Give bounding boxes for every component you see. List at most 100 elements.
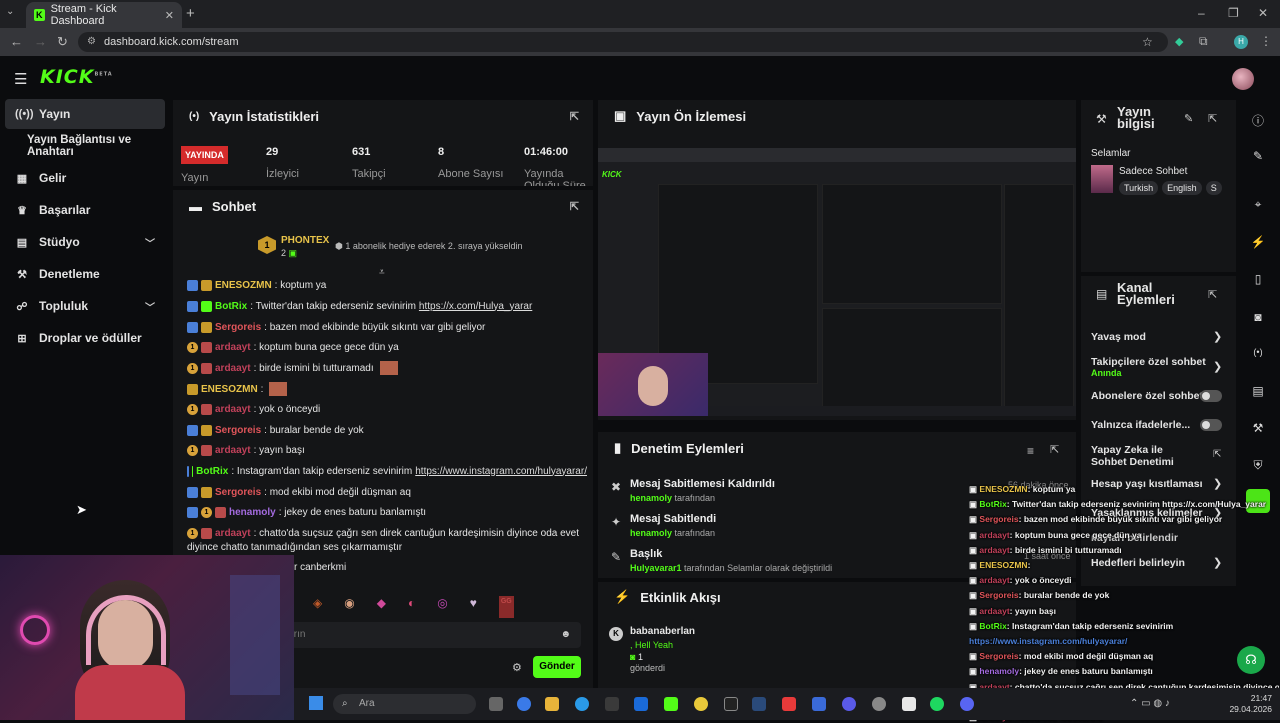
emote-icon[interactable]: ◆ xyxy=(377,596,386,618)
chevron-right-icon[interactable]: ❯ xyxy=(1213,330,1222,343)
chevron-right-icon[interactable]: ❯ xyxy=(1213,360,1222,373)
document-icon[interactable]: ▯ xyxy=(1248,272,1268,286)
stream-preview-video[interactable]: KICK xyxy=(598,148,1076,416)
focus-icon[interactable]: ⌖ xyxy=(1248,197,1268,212)
sidebar-item-denetleme[interactable]: ⚒ Denetleme xyxy=(5,259,165,289)
popout-icon[interactable]: ⇱ xyxy=(570,110,579,123)
emote-icon[interactable]: ◈ xyxy=(313,596,322,618)
close-window-icon[interactable]: ✕ xyxy=(1258,6,1268,20)
chat-username[interactable]: ardaayt xyxy=(215,404,251,415)
popout-icon[interactable]: ⇱ xyxy=(570,200,579,213)
kick-logo[interactable]: KICKBETA xyxy=(40,66,113,88)
new-tab-button[interactable]: + xyxy=(186,5,195,22)
hamburger-menu-icon[interactable]: ☰ xyxy=(14,70,27,88)
tag-chip[interactable]: English xyxy=(1162,181,1202,195)
chat-username[interactable]: BotRix xyxy=(196,466,228,477)
file-explorer-icon[interactable] xyxy=(545,697,559,711)
discord-icon[interactable] xyxy=(960,697,974,711)
copilot-icon[interactable] xyxy=(517,697,531,711)
chrome-icon[interactable] xyxy=(694,697,708,711)
edit-icon[interactable]: ✎ xyxy=(1184,112,1193,125)
sidebar-item-topluluk[interactable]: ☍ Topluluk ﹀ xyxy=(5,291,165,321)
chat-username[interactable]: ENESOZMN xyxy=(215,280,272,291)
lightning-icon[interactable]: ⚡ xyxy=(1248,235,1268,249)
chat-username[interactable]: ardaayt xyxy=(215,445,251,456)
action-slow-mode[interactable]: Yavaş mod xyxy=(1091,331,1225,343)
sidebar-item-studyo[interactable]: ▤ Stüdyo ﹀ xyxy=(5,227,165,257)
chat-username[interactable]: ardaayt xyxy=(215,528,251,539)
chat-settings-icon[interactable]: ⚙ xyxy=(512,661,522,674)
popout-icon[interactable]: ⇱ xyxy=(1050,443,1059,456)
emote-icon[interactable]: ◎ xyxy=(437,596,447,618)
send-button[interactable]: Gönder xyxy=(533,656,581,678)
extensions-icon[interactable]: ⧉ xyxy=(1199,34,1208,49)
chat-link[interactable]: https://x.com/Hulya_yarar xyxy=(419,301,532,312)
windows-start-icon[interactable] xyxy=(309,696,323,710)
site-info-icon[interactable]: ⚙ xyxy=(87,32,96,52)
app-icon[interactable] xyxy=(812,697,826,711)
extension-shield-icon[interactable]: ◆ xyxy=(1175,35,1183,48)
app-icon[interactable] xyxy=(872,697,886,711)
edge-icon[interactable] xyxy=(575,697,589,711)
tag-chip[interactable]: Turkish xyxy=(1119,181,1159,195)
reload-icon[interactable]: ↻ xyxy=(57,34,68,50)
chat-input[interactable]: ırın ☻ xyxy=(285,622,581,648)
filter-icon[interactable]: ≡ xyxy=(1027,444,1034,458)
store-icon[interactable] xyxy=(605,697,619,711)
epic-games-icon[interactable] xyxy=(724,697,738,711)
subscribers-only-toggle[interactable] xyxy=(1200,390,1222,402)
emoji-icon[interactable]: ☻ xyxy=(560,622,571,648)
emotes-only-toggle[interactable] xyxy=(1200,419,1222,431)
shield-icon[interactable]: ⛨ xyxy=(1248,458,1268,473)
sidebar-item-stream-key[interactable]: Yayın Bağlantısı ve Anahtarı xyxy=(17,131,177,161)
sidebar-item-yayin[interactable]: ((•)) Yayın xyxy=(5,99,165,129)
tag-chip[interactable]: S xyxy=(1205,181,1222,195)
chat-username[interactable]: Sergoreis xyxy=(215,322,261,333)
back-icon[interactable]: ← xyxy=(10,34,23,49)
app-icon[interactable] xyxy=(782,697,796,711)
sidebar-item-gelir[interactable]: ▦ Gelir xyxy=(5,163,165,193)
broadcast-icon[interactable]: (•) xyxy=(1248,347,1268,357)
app-icon[interactable] xyxy=(902,697,916,711)
emote-icon[interactable]: ◉ xyxy=(344,596,354,618)
bookmark-star-icon[interactable]: ☆ xyxy=(1142,35,1153,49)
spotify-icon[interactable] xyxy=(930,697,944,711)
browser-menu-icon[interactable]: ⋮ xyxy=(1260,34,1272,48)
tab-search-icon[interactable]: ⌄ xyxy=(6,6,14,17)
popout-icon[interactable]: ⇱ xyxy=(1208,112,1217,125)
outlook-icon[interactable] xyxy=(634,697,648,711)
chat-username[interactable]: ardaayt xyxy=(215,363,251,374)
gg-emote-icon[interactable]: GG xyxy=(498,596,514,618)
minimize-icon[interactable]: – xyxy=(1198,6,1205,20)
external-link-icon[interactable]: ⇱ xyxy=(1213,449,1221,460)
action-ai-moderation[interactable]: Yapay Zeka ile Sohbet Denetimi xyxy=(1091,444,1201,468)
chat-username[interactable]: ENESOZMN xyxy=(201,384,258,395)
kick-app-icon[interactable] xyxy=(664,697,678,711)
url-input[interactable]: ⚙ dashboard.kick.com/stream xyxy=(78,32,1168,52)
chat-username[interactable]: Sergoreis xyxy=(215,425,261,436)
profile-avatar[interactable]: H xyxy=(1234,35,1248,49)
sidebar-item-basarilar[interactable]: ♛ Başarılar xyxy=(5,195,165,225)
tools-icon[interactable]: ⚒ xyxy=(1248,421,1268,435)
maximize-icon[interactable]: ❐ xyxy=(1228,6,1239,20)
action-followers-only[interactable]: Takipçilere özel sohbet Anında xyxy=(1091,356,1225,378)
emote-icon[interactable]: ♥ xyxy=(470,596,477,618)
steam-icon[interactable] xyxy=(752,697,766,711)
chat-icon[interactable]: ◙ xyxy=(1248,310,1268,324)
forward-icon[interactable]: → xyxy=(34,34,47,49)
close-tab-icon[interactable]: ✕ xyxy=(165,9,174,22)
taskview-icon[interactable] xyxy=(489,697,503,711)
taskbar-clock[interactable]: 21:47 29.04.2026 xyxy=(1224,693,1272,715)
sidebar-item-droplar[interactable]: ⊞ Droplar ve ödüller xyxy=(5,323,165,353)
tray-icons[interactable]: ⌃ ▭ ◍ ♪ xyxy=(1130,698,1170,709)
chat-username[interactable]: ardaayt xyxy=(215,342,251,353)
app-icon[interactable] xyxy=(842,697,856,711)
popout-icon[interactable]: ⇱ xyxy=(1208,288,1217,301)
taskbar-search[interactable]: ⌕ Ara xyxy=(333,694,476,714)
chat-username[interactable]: Sergoreis xyxy=(215,487,261,498)
edit-icon[interactable]: ✎ xyxy=(1248,149,1268,163)
chat-link[interactable]: https://www.instagram.com/hulyayarar/ xyxy=(415,466,587,477)
chat-username[interactable]: henamoly xyxy=(229,507,276,518)
browser-tab[interactable]: K Stream - Kick Dashboard ✕ xyxy=(26,2,182,28)
user-avatar[interactable] xyxy=(1232,68,1254,90)
